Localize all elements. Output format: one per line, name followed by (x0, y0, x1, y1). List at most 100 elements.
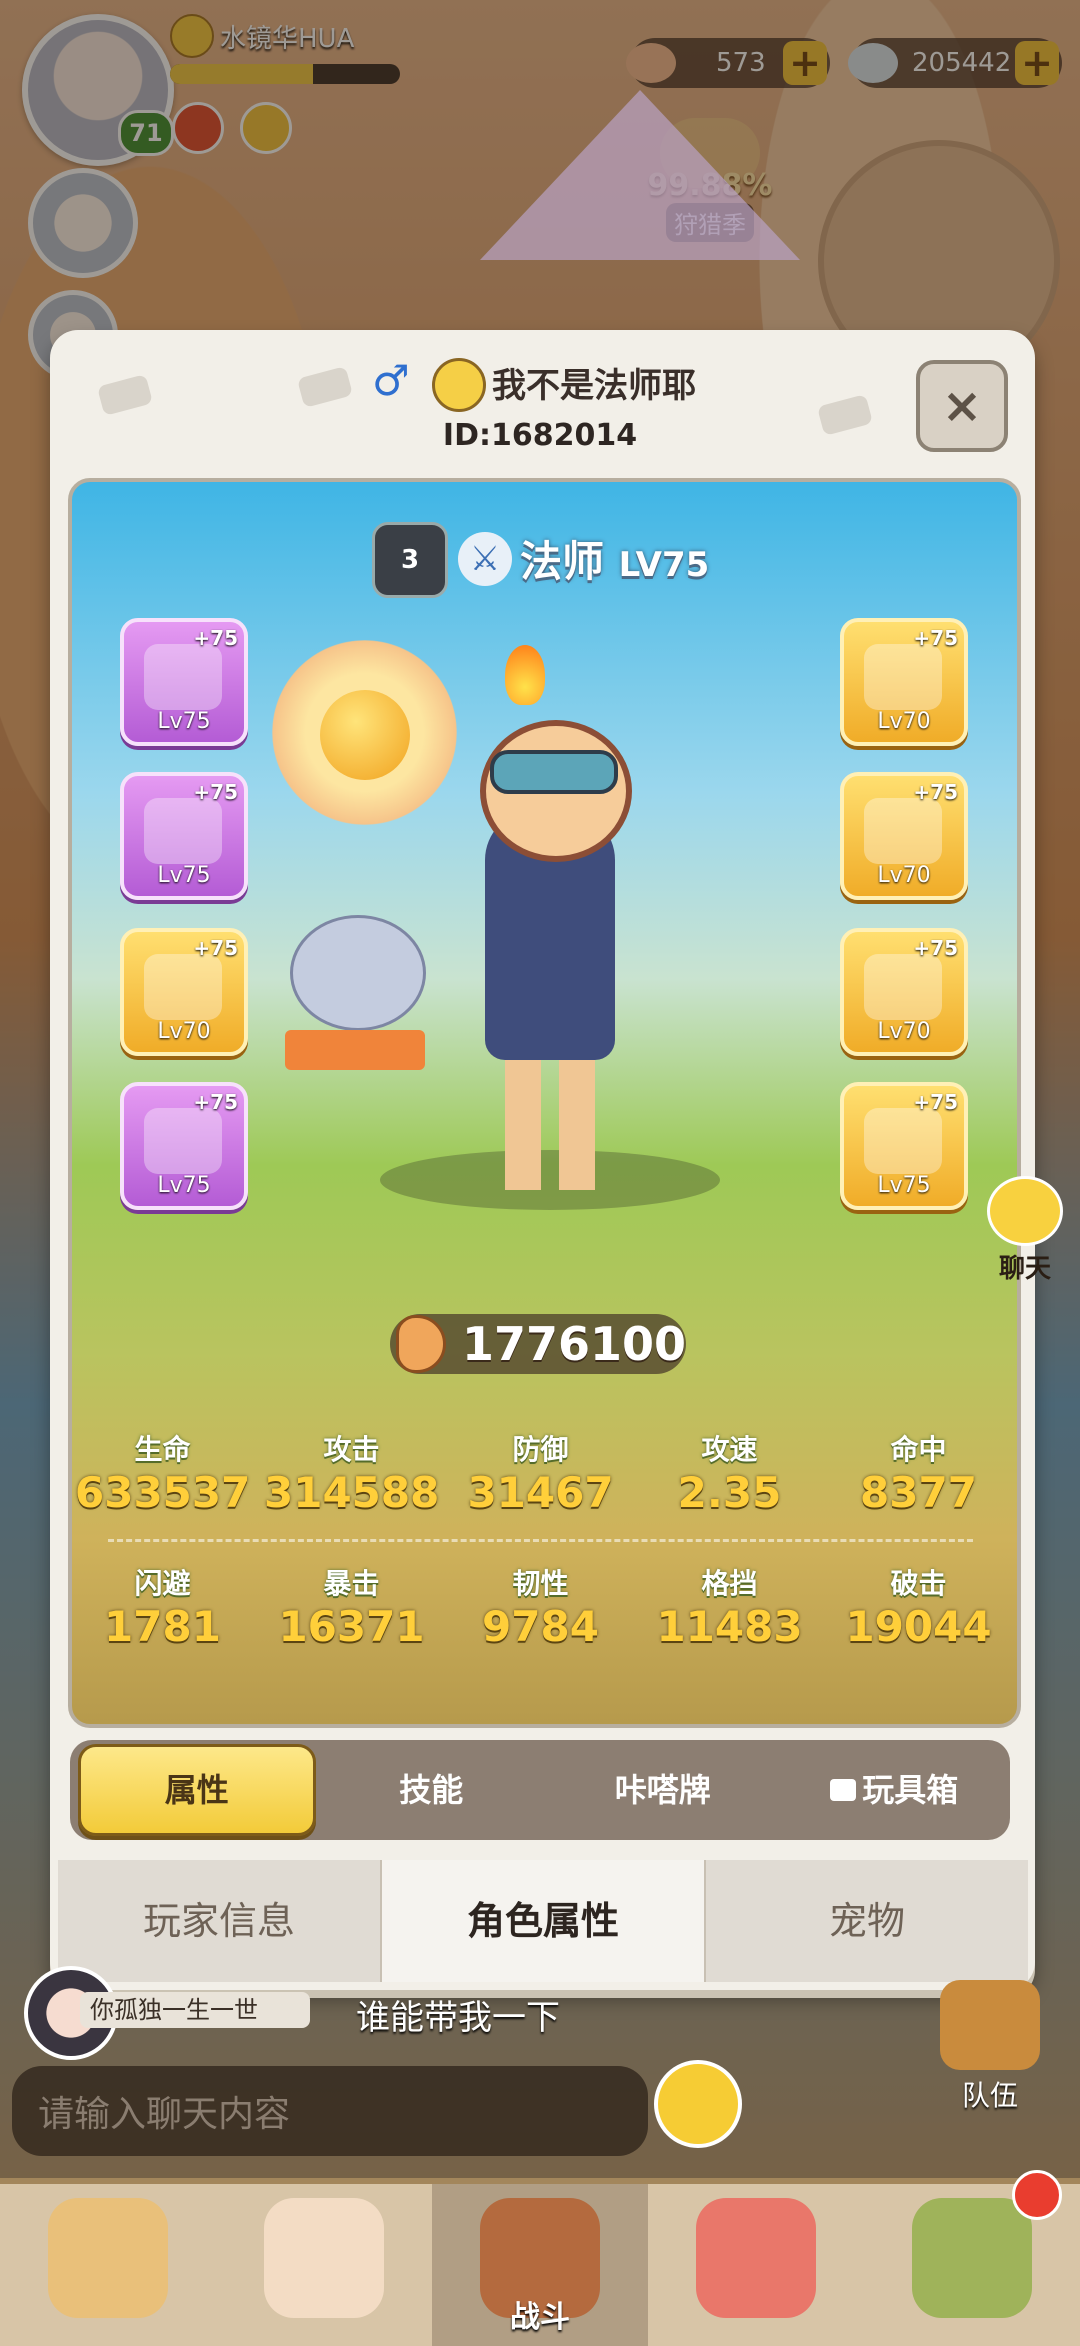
enhance-level: +75 (913, 936, 958, 960)
equipment-slot-right-4[interactable]: +75 Lv75 (840, 1082, 968, 1210)
notification-bell-icon (1012, 2170, 1062, 2220)
item-level: Lv70 (877, 1019, 931, 1044)
stat-attack-speed: 攻速 2.35 (642, 1428, 817, 1517)
emote-icon (432, 358, 486, 412)
equipment-slot-left-1[interactable]: +75 Lv75 (120, 618, 248, 746)
enhance-level: +75 (193, 626, 238, 650)
character-model[interactable] (445, 700, 655, 1200)
character-legs (505, 1060, 595, 1190)
dock-item-tribe[interactable] (864, 2170, 1080, 2346)
stat-label: 攻速 (701, 1433, 758, 1466)
stat-label: 攻击 (323, 1433, 380, 1466)
equipment-item-icon (144, 644, 222, 710)
fruit-pet (320, 690, 410, 780)
stat-value: 9784 (482, 1602, 599, 1651)
mountain-backdrop (480, 90, 800, 260)
enhance-level: +75 (913, 780, 958, 804)
chat-message: 谁能带我一下 (356, 1998, 560, 2038)
emoji-button[interactable] (654, 2060, 742, 2148)
stat-label: 命中 (890, 1433, 947, 1466)
stats-row: 闪避 1781 暴击 16371 韧性 9784 格挡 11483 破击 19044 (68, 1562, 1013, 1651)
combat-power: 1776100 (390, 1314, 686, 1374)
close-button[interactable]: × (916, 360, 1008, 452)
lock-icon (830, 1779, 857, 1801)
tab-toybox-label: 玩具箱 (862, 1771, 959, 1809)
stat-label: 韧性 (512, 1567, 569, 1600)
chat-button-label: 聊天 (998, 1254, 1051, 1284)
rank-badge: 3 (372, 522, 448, 598)
tab-cards[interactable]: 咔嗒牌 (547, 1747, 779, 1833)
equipment-item-icon (144, 798, 222, 864)
class-level: LV75 (618, 545, 710, 585)
koala-pet[interactable] (290, 915, 426, 1031)
stat-label: 格挡 (701, 1567, 758, 1600)
flame-icon (505, 645, 545, 705)
equipment-slot-right-3[interactable]: +75 Lv70 (840, 928, 968, 1056)
bottom-dock: 战斗 (0, 2170, 1080, 2346)
stat-label: 闪避 (134, 1567, 191, 1600)
koala-desk (285, 1030, 425, 1070)
item-level: Lv70 (877, 863, 931, 888)
item-level: Lv75 (877, 1173, 931, 1198)
chat-input[interactable]: 请输入聊天内容 (12, 2066, 648, 2156)
dock-item-hero[interactable] (216, 2184, 432, 2346)
equipment-item-icon (864, 954, 942, 1020)
class-icon: ⚔ (458, 532, 512, 586)
class-title: 法师 LV75 (520, 528, 709, 589)
tab-character-attributes[interactable]: 角色属性 (382, 1860, 706, 1982)
equipment-slot-right-2[interactable]: +75 Lv70 (840, 772, 968, 900)
equipment-slot-left-4[interactable]: +75 Lv75 (120, 1082, 248, 1210)
equipment-item-icon (144, 1108, 222, 1174)
equipment-item-icon (144, 954, 222, 1020)
tab-player-info[interactable]: 玩家信息 (58, 1860, 382, 1982)
profile-name: 我不是法师耶 (492, 366, 696, 406)
stat-value: 8377 (860, 1468, 977, 1517)
dino-icon (696, 2198, 816, 2318)
dock-item-dino[interactable] (648, 2184, 864, 2346)
team-button[interactable]: 队伍 (930, 1980, 1050, 2114)
stat-hit: 命中 8377 (831, 1428, 1006, 1517)
stat-attack: 攻击 314588 (264, 1428, 439, 1517)
team-icon (940, 1980, 1040, 2070)
item-level: Lv75 (157, 709, 211, 734)
item-level: Lv75 (157, 863, 211, 888)
combat-power-value: 1776100 (461, 1317, 686, 1371)
stat-label: 生命 (134, 1433, 191, 1466)
equipment-item-icon (864, 798, 942, 864)
attribute-subtabs: 属性 技能 咔嗒牌 玩具箱 (70, 1740, 1010, 1840)
equipment-slot-right-1[interactable]: +75 Lv70 (840, 618, 968, 746)
class-name: 法师 (520, 537, 605, 586)
chat-sender-tag: 你孤独一生一世 (80, 1992, 310, 2028)
equipment-item-icon (864, 1108, 942, 1174)
chat-bubble-icon (987, 1176, 1063, 1246)
hero-portrait-icon (264, 2198, 384, 2318)
equipment-slot-left-3[interactable]: +75 Lv70 (120, 928, 248, 1056)
stat-hp: 生命 633537 (75, 1428, 250, 1517)
pet-portrait-icon (48, 2198, 168, 2318)
item-level: Lv70 (877, 709, 931, 734)
tab-pets[interactable]: 宠物 (706, 1860, 1028, 1982)
equipment-slot-left-2[interactable]: +75 Lv75 (120, 772, 248, 900)
stat-value: 19044 (845, 1602, 992, 1651)
stat-dodge: 闪避 1781 (75, 1562, 250, 1651)
stat-toughness: 韧性 9784 (453, 1562, 628, 1651)
stat-value: 1781 (104, 1602, 221, 1651)
tab-toybox[interactable]: 玩具箱 (779, 1747, 1011, 1833)
enhance-level: +75 (913, 626, 958, 650)
enhance-level: +75 (193, 780, 238, 804)
muscle-icon (396, 1315, 446, 1373)
stat-value: 314588 (264, 1468, 440, 1517)
enhance-level: +75 (193, 936, 238, 960)
battle-label: 战斗 (510, 2300, 570, 2335)
tab-skills[interactable]: 技能 (316, 1747, 548, 1833)
chat-button[interactable]: 聊天 (975, 1176, 1075, 1285)
dock-item-pet1[interactable] (0, 2184, 216, 2346)
dock-item-battle[interactable]: 战斗 (432, 2184, 648, 2346)
stat-value: 16371 (278, 1602, 425, 1651)
equipment-item-icon (864, 644, 942, 710)
stats-divider (108, 1539, 973, 1542)
stat-break: 破击 19044 (831, 1562, 1006, 1651)
item-level: Lv75 (157, 1173, 211, 1198)
tab-attributes[interactable]: 属性 (78, 1744, 316, 1836)
tribe-icon (912, 2198, 1032, 2318)
